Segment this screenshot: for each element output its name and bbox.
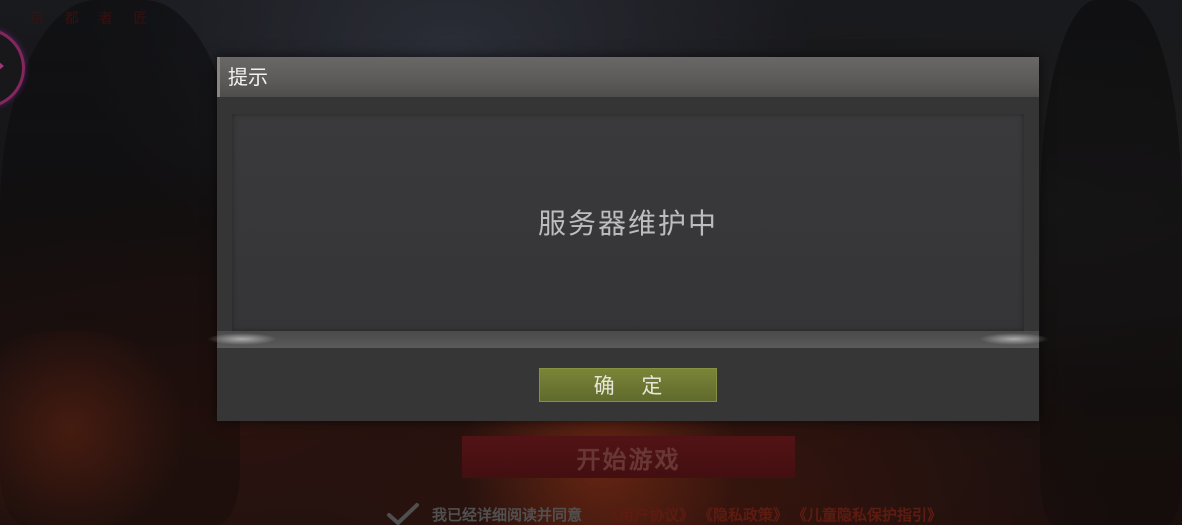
game-login-screen: 京 都 者 匠 开始游戏 我已经详细阅读并同意 《用户协议》 《隐私政策》 《儿… [0, 0, 1182, 525]
dialog-divider [207, 331, 1049, 348]
dialog-title: 提示 [228, 65, 268, 89]
confirm-button[interactable]: 确 定 [539, 368, 717, 402]
dialog-body: 服务器维护中 [232, 114, 1024, 331]
dialog-header: 提示 [217, 57, 1039, 97]
dialog-message: 服务器维护中 [537, 206, 718, 240]
dialog-footer: 确 定 [217, 348, 1039, 421]
notice-dialog: 提示 服务器维护中 确 定 [207, 57, 1049, 421]
